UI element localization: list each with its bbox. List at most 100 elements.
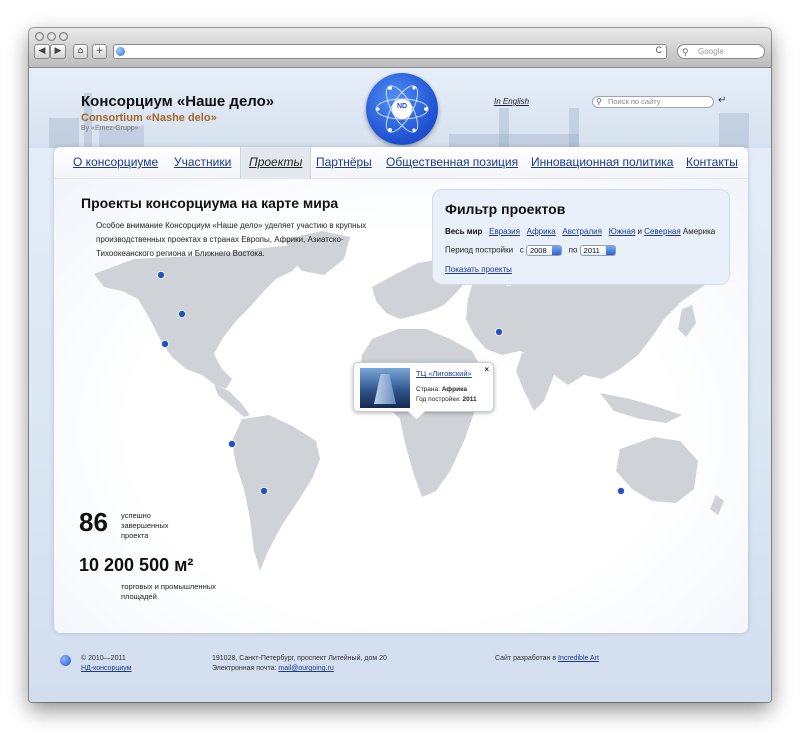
- to-year-select[interactable]: 2011: [579, 245, 616, 256]
- minimize-window-icon[interactable]: [47, 32, 56, 41]
- and-word: и: [637, 227, 642, 236]
- add-icon: +: [95, 46, 104, 56]
- year-label: Год постройки:: [416, 396, 461, 403]
- page-viewport: Консорциум «Наше дело» Consortium «Nashe…: [29, 68, 771, 702]
- period-label: Период постройки: [445, 245, 514, 255]
- new-zealand-shape: [710, 495, 724, 515]
- browser-search-placeholder: Google: [698, 47, 724, 56]
- content-panel: О консорциуме Участники Проекты Партнёры…: [54, 147, 748, 633]
- search-icon: ⚲: [682, 47, 689, 57]
- project-marker-11[interactable]: [617, 486, 626, 495]
- back-button[interactable]: ◀: [34, 44, 50, 59]
- project-filter: Фильтр проектов Весь мир Евразия Африка …: [432, 189, 730, 285]
- footer-address: 191028, Санкт-Петербург, проспект Литейн…: [212, 655, 387, 662]
- site-search-placeholder: Поиск по сайту: [608, 97, 661, 106]
- region-south-america[interactable]: Южная: [609, 227, 636, 236]
- region-links: Весь мир Евразия Африка Австралия Южная …: [445, 227, 715, 236]
- browser-search-input[interactable]: ⚲ Google: [677, 44, 765, 59]
- country-label: Страна:: [416, 386, 440, 393]
- footer-email: Электронная почта: mail@ourgoing.ru: [212, 665, 334, 672]
- email-label: Электронная почта:: [212, 665, 277, 672]
- browser-toolbar: ◀ ▶ ⌂ + C ⚲ Google: [29, 28, 771, 68]
- country-value: Африка: [441, 386, 467, 393]
- project-marker-10[interactable]: [259, 486, 268, 495]
- region-north-america[interactable]: Северная: [644, 227, 680, 236]
- nav-item-about[interactable]: О консорциуме: [73, 155, 158, 169]
- address-bar[interactable]: C: [113, 44, 667, 59]
- project-popup: ТЦ «Лиговский» Страна: Африка Год постро…: [353, 362, 494, 412]
- project-marker-3[interactable]: [161, 339, 170, 348]
- world-map-area: Проекты консорциума на карте мира Особое…: [54, 179, 748, 633]
- forward-button[interactable]: ▶: [50, 44, 66, 59]
- central-america-shape: [214, 384, 250, 417]
- project-marker-9[interactable]: [227, 439, 236, 448]
- project-marker-2[interactable]: [178, 309, 187, 318]
- footer-copyright: © 2010—2011: [81, 655, 126, 662]
- region-africa[interactable]: Африка: [527, 227, 556, 236]
- projects-count: 86: [79, 507, 108, 537]
- region-world[interactable]: Весь мир: [445, 227, 482, 236]
- india-shape: [516, 353, 554, 411]
- language-link[interactable]: In English: [494, 97, 529, 106]
- japan-shape: [678, 305, 696, 337]
- region-australia[interactable]: Австралия: [562, 227, 602, 236]
- from-year-select[interactable]: 2008: [525, 245, 562, 256]
- search-icon: ⚲: [596, 97, 602, 106]
- close-window-icon[interactable]: [35, 32, 44, 41]
- nav-item-members[interactable]: Участники: [174, 155, 231, 169]
- add-bookmark-button[interactable]: +: [92, 44, 107, 59]
- nav-item-innovation-policy[interactable]: Инновационная политика: [531, 155, 673, 169]
- main-navigation: О консорциуме Участники Проекты Партнёры…: [54, 147, 748, 179]
- show-projects-link[interactable]: Показать проекты: [445, 265, 512, 274]
- project-title-link[interactable]: ТЦ «Лиговский»: [416, 369, 472, 378]
- to-word: по: [568, 245, 578, 255]
- home-button[interactable]: ⌂: [73, 44, 88, 59]
- site-subtitle: Consortium «Nashe delo»: [81, 112, 217, 124]
- browser-window: ◀ ▶ ⌂ + C ⚲ Google Консорциум «Наше дело…: [29, 28, 771, 702]
- window-controls: [35, 32, 68, 41]
- reload-icon[interactable]: C: [656, 45, 663, 55]
- projects-count-label: успешно завершенных проекта: [121, 511, 169, 540]
- filter-title: Фильтр проектов: [445, 201, 566, 217]
- site-title: Консорциум «Наше дело»: [81, 93, 275, 110]
- nav-item-public-position[interactable]: Общественная позиция: [386, 155, 518, 169]
- project-country: Страна: Африка: [416, 386, 467, 393]
- footer-org-link[interactable]: НД-консорциум: [81, 665, 132, 672]
- north-america-shape: [94, 245, 306, 389]
- from-word: с: [519, 245, 524, 255]
- back-icon: ◀: [38, 46, 46, 56]
- zoom-window-icon[interactable]: [59, 32, 68, 41]
- america-word: Америка: [682, 227, 716, 236]
- page-heading: Проекты консорциума на карте мира: [81, 195, 339, 211]
- nav-item-contacts[interactable]: Контакты: [686, 155, 738, 169]
- region-eurasia[interactable]: Евразия: [489, 227, 520, 236]
- site-byline: By «Emez-Grupp»: [81, 125, 139, 132]
- globe-icon: [116, 47, 125, 56]
- logo[interactable]: ND: [366, 73, 438, 145]
- home-icon: ⌂: [77, 46, 84, 56]
- area-label: торговых и промышленных площадей: [121, 582, 216, 601]
- project-marker-7[interactable]: [494, 327, 503, 336]
- enter-icon[interactable]: ↵: [718, 95, 726, 106]
- footer-logo-icon: [60, 655, 71, 666]
- site-search-input[interactable]: ⚲ Поиск по сайту: [592, 96, 714, 108]
- nav-item-projects[interactable]: Проекты: [240, 147, 312, 179]
- footer-developer: Сайт разработан в Incredible Art: [495, 655, 599, 662]
- nav-item-partners[interactable]: Партнёры: [316, 155, 372, 169]
- period-row: Период постройки с 2008 по 2011: [445, 245, 616, 256]
- logo-text: ND: [396, 103, 408, 110]
- south-america-shape: [232, 415, 320, 571]
- project-marker-1[interactable]: [157, 271, 166, 280]
- developer-link[interactable]: Incredible Art: [558, 655, 599, 662]
- developer-text: Сайт разработан в: [495, 655, 557, 662]
- forward-icon: ▶: [54, 46, 62, 56]
- project-photo: [360, 368, 410, 408]
- email-link[interactable]: mail@ourgoing.ru: [278, 665, 333, 672]
- project-year: Год постройки: 2011: [416, 396, 477, 403]
- year-value: 2011: [462, 396, 477, 403]
- australia-shape: [616, 437, 698, 503]
- close-icon[interactable]: ×: [484, 365, 489, 374]
- intro-text: Особое внимание Консорциум «Наше дело» у…: [96, 221, 367, 258]
- area-value: 10 200 500 м²: [79, 555, 194, 575]
- southeast-asia-shape: [600, 393, 682, 423]
